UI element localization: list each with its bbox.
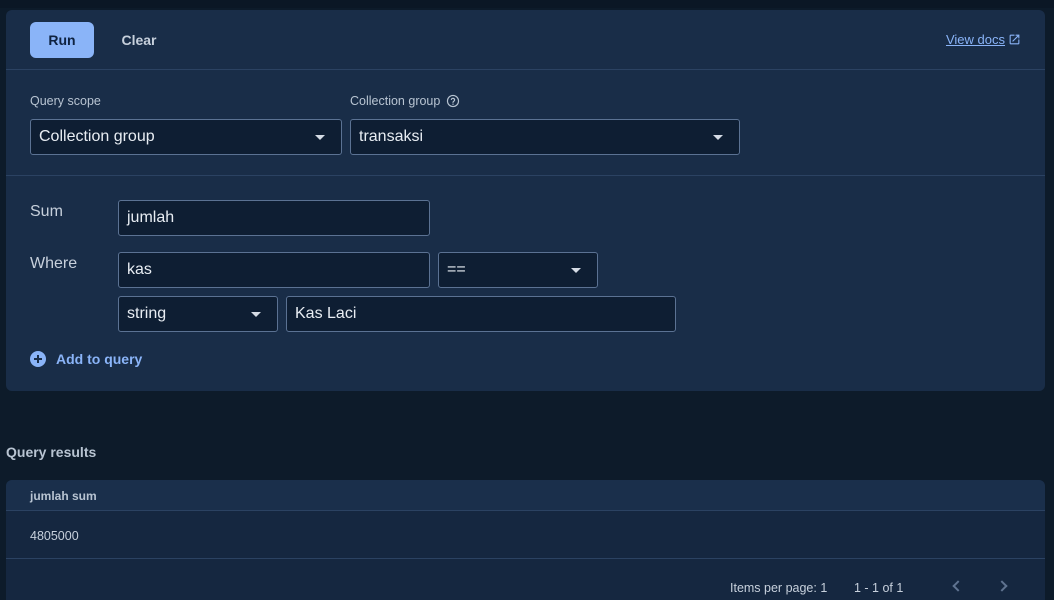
query-scope-value: Collection group [39, 128, 155, 145]
query-scope-select[interactable]: Collection group [30, 119, 342, 155]
query-builder-panel: Run Clear View docs Query scope Collecti… [6, 10, 1045, 391]
add-circle-icon [30, 351, 46, 367]
where-value-text: Kas Laci [295, 305, 357, 322]
chevron-down-icon [571, 268, 581, 273]
view-docs-label: View docs [945, 32, 1005, 47]
add-to-query-label: Add to query [56, 351, 143, 367]
where-label: Where [30, 255, 78, 272]
collection-group-label: Collection group [350, 94, 441, 108]
column-header: jumlah sum [30, 489, 97, 503]
section-divider [6, 175, 1045, 176]
table-row: 4805000 [6, 512, 1045, 559]
where-operator-value: == [447, 261, 466, 278]
collection-group-value: transaksi [359, 128, 424, 145]
value-type-select[interactable]: string [118, 296, 278, 332]
results-table: jumlah sum 4805000 Items per page: 1 1 -… [6, 480, 1045, 600]
clear-button[interactable]: Clear [110, 22, 168, 58]
add-to-query-button[interactable]: Add to query [30, 351, 142, 367]
external-link-icon [1009, 34, 1020, 45]
where-value-input[interactable]: Kas Laci [286, 296, 676, 332]
collection-group-label-row: Collection group [350, 94, 460, 108]
where-operator-select[interactable]: == [438, 252, 598, 288]
run-button[interactable]: Run [30, 22, 94, 58]
query-scope-label: Query scope [30, 94, 101, 108]
sum-field-value: jumlah [127, 209, 175, 226]
chevron-right-icon[interactable] [996, 580, 1008, 592]
query-results-title: Query results [6, 444, 97, 460]
where-field-value: kas [127, 261, 152, 278]
query-toolbar: Run Clear View docs [6, 10, 1045, 70]
chevron-left-icon[interactable] [952, 580, 964, 592]
page-range: 1 - 1 of 1 [854, 581, 904, 595]
cell-value: 4805000 [30, 529, 79, 543]
sum-label: Sum [30, 203, 63, 220]
value-type-value: string [127, 305, 167, 322]
help-icon[interactable] [446, 94, 460, 108]
collection-group-select[interactable]: transaksi [350, 119, 740, 155]
chevron-down-icon [713, 135, 723, 140]
where-field-input[interactable]: kas [118, 252, 430, 288]
top-strip [0, 0, 1054, 8]
view-docs-link[interactable]: View docs [946, 32, 1021, 47]
items-per-page[interactable]: Items per page: 1 [730, 581, 827, 595]
chevron-down-icon [251, 312, 261, 317]
table-header: jumlah sum [6, 480, 1045, 511]
chevron-down-icon [315, 135, 325, 140]
sum-field-input[interactable]: jumlah [118, 200, 430, 236]
